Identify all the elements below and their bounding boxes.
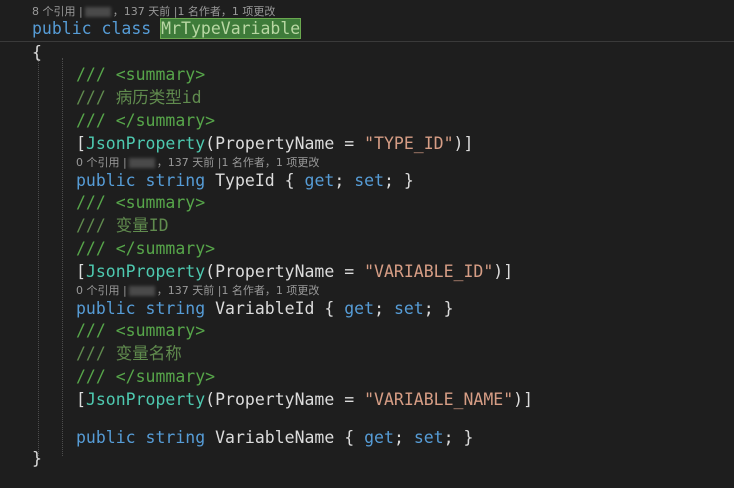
code-line-comment[interactable]: /// 变量ID — [76, 214, 169, 237]
code-line-property-variablename[interactable]: public string VariableName { get; set; } — [76, 426, 473, 449]
equals: = — [334, 262, 365, 281]
bracket: [ — [76, 262, 86, 281]
doc-comment-variableid: /// 变量ID — [76, 216, 169, 235]
summary-close-tag: /// </summary> — [76, 239, 216, 258]
codelens-time[interactable]: ，137 天前 — [157, 284, 215, 297]
keyword-string: string — [145, 428, 206, 447]
equals: = — [334, 134, 365, 153]
code-line-comment[interactable]: /// 病历类型id — [76, 86, 202, 109]
codelens-references[interactable]: 0 个引用 — [76, 156, 120, 169]
current-line-border — [0, 41, 734, 42]
code-line-summary-close[interactable]: /// </summary> — [76, 365, 215, 388]
property-variablename[interactable]: VariableName — [215, 428, 334, 447]
summary-open-tag: /// <summary> — [76, 321, 206, 340]
attribute-jsonproperty: JsonProperty — [85, 134, 206, 153]
keyword-string: string — [145, 299, 206, 318]
code-line-close-brace[interactable]: } — [32, 447, 42, 470]
codelens-typeid[interactable]: 0 个引用 | ，137 天前 |1 名作者，1 项更改 — [76, 155, 319, 170]
codelens-references[interactable]: 0 个引用 — [76, 284, 120, 297]
codelens-authors[interactable]: 1 名作者，1 项更改 — [221, 156, 319, 169]
code-line-summary-close[interactable]: /// </summary> — [76, 109, 215, 132]
property-name-arg: PropertyName — [215, 262, 335, 281]
string-literal-variablename: "VARIABLE_NAME" — [364, 390, 514, 409]
keyword-public: public — [32, 19, 92, 38]
keyword-class: class — [101, 19, 152, 38]
code-line-summary-close[interactable]: /// </summary> — [76, 237, 215, 260]
string-literal-typeid: "TYPE_ID" — [364, 134, 454, 153]
property-name-arg: PropertyName — [215, 134, 335, 153]
class-name[interactable]: MrTypeVariable — [160, 18, 302, 39]
redacted-author — [128, 158, 155, 168]
close-bracket: )] — [513, 390, 534, 409]
summary-close-tag: /// </summary> — [76, 367, 216, 386]
indent-guide — [62, 58, 63, 456]
close-brace: } — [32, 449, 42, 468]
summary-open-tag: /// <summary> — [76, 193, 206, 212]
keyword-public: public — [76, 171, 136, 190]
accessors: { get; set; } — [284, 171, 414, 190]
keyword-public: public — [76, 299, 136, 318]
code-line-property-typeid[interactable]: public string TypeId { get; set; } — [76, 169, 414, 192]
paren: ( — [205, 134, 216, 153]
close-bracket: )] — [493, 262, 514, 281]
doc-comment-variablename: /// 变量名称 — [76, 344, 182, 363]
summary-close-tag: /// </summary> — [76, 111, 216, 130]
codelens-variableid[interactable]: 0 个引用 | ，137 天前 |1 名作者，1 项更改 — [76, 283, 319, 298]
codelens-separator: | — [123, 284, 127, 297]
paren: ( — [205, 262, 216, 281]
attribute-jsonproperty: JsonProperty — [85, 390, 206, 409]
property-typeid[interactable]: TypeId — [215, 171, 275, 190]
string-literal-variableid: "VARIABLE_ID" — [364, 262, 494, 281]
redacted-author — [84, 7, 111, 17]
bracket: [ — [76, 390, 86, 409]
close-bracket: )] — [453, 134, 474, 153]
code-line-summary-open[interactable]: /// <summary> — [76, 191, 205, 214]
keyword-string: string — [145, 171, 206, 190]
accessors: { get; set; } — [344, 428, 474, 447]
doc-comment-typeid: /// 病历类型id — [76, 88, 202, 107]
property-name-arg: PropertyName — [215, 390, 335, 409]
code-line-open-brace[interactable]: { — [32, 41, 42, 64]
bracket: [ — [76, 134, 86, 153]
paren: ( — [205, 390, 216, 409]
open-brace: { — [32, 43, 42, 62]
code-line-comment[interactable]: /// 变量名称 — [76, 342, 182, 365]
codelens-authors[interactable]: 1 名作者，1 项更改 — [221, 284, 319, 297]
redacted-author — [128, 286, 155, 296]
accessors: { get; set; } — [324, 299, 454, 318]
equals: = — [334, 390, 365, 409]
code-line-attribute[interactable]: [JsonProperty(PropertyName = "TYPE_ID")] — [76, 132, 473, 155]
codelens-time[interactable]: ，137 天前 — [157, 156, 215, 169]
indent-guide — [38, 58, 39, 456]
keyword-public: public — [76, 428, 136, 447]
code-line-class-declaration[interactable]: public class MrTypeVariable — [32, 17, 302, 40]
code-line-attribute[interactable]: [JsonProperty(PropertyName = "VARIABLE_N… — [76, 388, 533, 411]
code-line-property-variableid[interactable]: public string VariableId { get; set; } — [76, 297, 454, 320]
code-line-attribute[interactable]: [JsonProperty(PropertyName = "VARIABLE_I… — [76, 260, 513, 283]
codelens-separator: | — [123, 156, 127, 169]
attribute-jsonproperty: JsonProperty — [85, 262, 206, 281]
summary-open-tag: /// <summary> — [76, 65, 206, 84]
property-variableid[interactable]: VariableId — [215, 299, 314, 318]
code-line-summary-open[interactable]: /// <summary> — [76, 63, 205, 86]
code-line-summary-open[interactable]: /// <summary> — [76, 319, 205, 342]
